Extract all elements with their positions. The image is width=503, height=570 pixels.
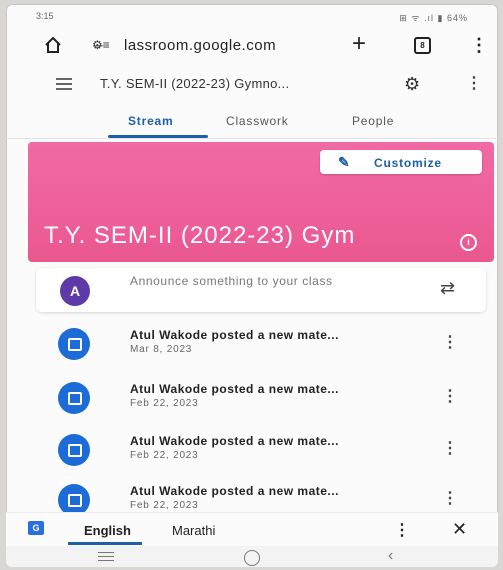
language-english[interactable]: English [84,523,131,538]
tabs-icon[interactable]: 8 [414,37,431,54]
translate-more-vert-icon[interactable]: ⋮ [394,520,410,540]
stream-post[interactable]: Atul Wakode posted a new mate... Feb 22,… [36,428,486,472]
class-tabs: Stream Classwork People [6,108,498,138]
post-more-vert-icon[interactable]: ⋮ [442,386,458,406]
post-date: Mar 8, 2023 [130,344,193,355]
avatar: A [60,276,90,306]
settings-gear-icon[interactable]: ⚙ [404,74,420,95]
customize-label: Customize [374,156,442,170]
status-bar: 3:15 ⊞ ᯤ .ıl ▮ 64% [6,4,498,26]
browser-toolbar: ⚙̶≡ lassroom.google.com + 8 ⋮ [6,28,498,64]
url-bar[interactable]: lassroom.google.com [124,37,276,54]
announce-placeholder: Announce something to your class [130,274,333,288]
phone-screen: 3:15 ⊞ ᯤ .ıl ▮ 64% ⚙̶≡ lassroom.google.c… [6,4,498,567]
customize-button[interactable]: ✎ Customize [320,150,482,174]
class-title: T.Y. SEM-II (2022-23) Gymno... [100,76,290,91]
banner-class-title: T.Y. SEM-II (2022-23) Gym [44,222,356,249]
post-date: Feb 22, 2023 [130,500,199,511]
translate-icon: G [28,521,44,535]
post-title: Atul Wakode posted a new mate... [130,484,339,498]
close-icon[interactable]: ✕ [452,519,467,540]
post-date: Feb 22, 2023 [130,450,199,461]
translate-bar: G English Marathi ⋮ ✕ [6,512,498,547]
stream-post[interactable]: Atul Wakode posted a new mate... Mar 8, … [36,322,486,366]
info-icon[interactable]: i [460,234,477,251]
pencil-icon: ✎ [338,154,351,170]
android-nav-bar: ‹ [6,546,498,567]
active-language-indicator [68,542,142,545]
language-marathi[interactable]: Marathi [172,523,215,538]
tab-classwork[interactable]: Classwork [226,114,289,128]
material-icon [58,434,90,466]
status-time: 3:15 [36,11,54,21]
tabs-divider [6,138,498,139]
post-title: Atul Wakode posted a new mate... [130,382,339,396]
post-date: Feb 22, 2023 [130,398,199,409]
back-icon[interactable]: ‹ [388,547,393,565]
stream-post[interactable]: Atul Wakode posted a new mate... Feb 22,… [36,376,486,420]
post-title: Atul Wakode posted a new mate... [130,434,339,448]
repost-icon[interactable]: ⇄ [440,278,455,299]
material-icon [58,328,90,360]
post-more-vert-icon[interactable]: ⋮ [442,332,458,352]
post-more-vert-icon[interactable]: ⋮ [442,438,458,458]
nav-home-icon[interactable] [244,550,260,566]
post-more-vert-icon[interactable]: ⋮ [442,488,458,508]
class-banner: ✎ Customize T.Y. SEM-II (2022-23) Gym i [28,142,494,262]
classroom-app-bar: T.Y. SEM-II (2022-23) Gymno... ⚙ ⋮ [6,66,498,102]
menu-icon[interactable] [56,78,72,93]
recents-icon[interactable] [98,552,114,564]
tab-people[interactable]: People [352,114,394,128]
material-icon [58,382,90,414]
tab-stream[interactable]: Stream [128,114,174,128]
new-tab-button[interactable]: + [352,30,366,58]
post-title: Atul Wakode posted a new mate... [130,328,339,342]
home-icon[interactable] [44,36,62,54]
status-indicators: ⊞ ᯤ .ıl ▮ 64% [399,13,468,23]
announce-box[interactable]: A Announce something to your class ⇄ [36,268,486,312]
browser-more-vert-icon[interactable]: ⋮ [470,35,488,56]
site-info-icon[interactable]: ⚙̶≡ [92,38,110,52]
app-more-vert-icon[interactable]: ⋮ [466,73,482,93]
